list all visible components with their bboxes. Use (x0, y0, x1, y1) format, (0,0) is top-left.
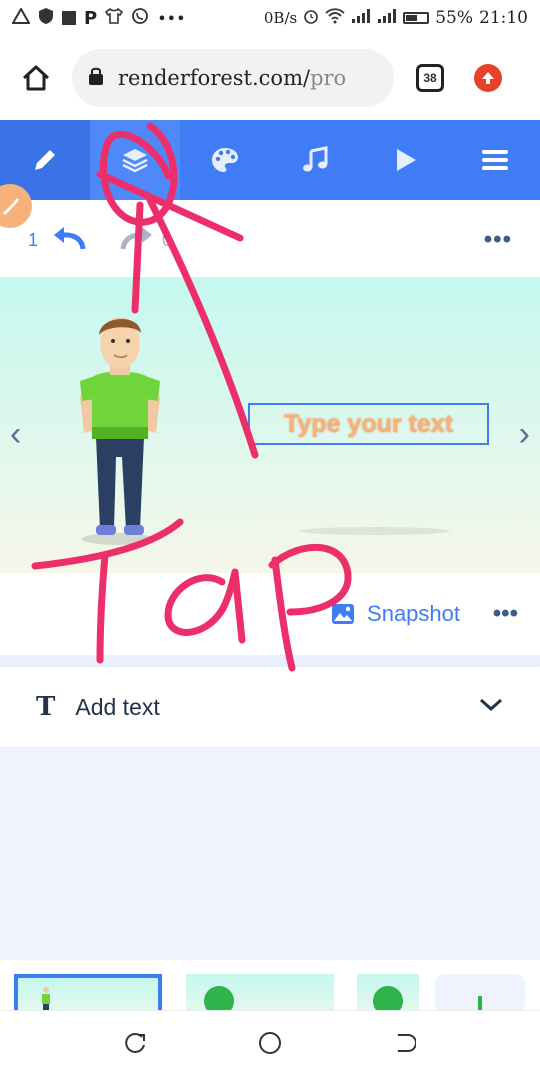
palette-icon (212, 148, 238, 172)
clock: 21:10 (479, 8, 528, 28)
undo-count: 1 (28, 229, 39, 250)
more-notifications-icon: ••• (157, 8, 186, 28)
battery-level: 55% (435, 8, 473, 28)
tool-menu[interactable] (450, 120, 540, 200)
whatsapp-icon (131, 7, 149, 30)
home-icon (22, 65, 50, 91)
tool-preview[interactable] (360, 120, 450, 200)
scene-preview: ‹ › Type your text (0, 277, 540, 573)
signal-icon-2 (377, 8, 397, 29)
history-row: 1 0 ••• (0, 214, 540, 266)
editor-toolbar (0, 120, 540, 200)
music-icon (303, 146, 328, 172)
net-speed: 0B/s (263, 9, 298, 27)
scene-thumbnail-2[interactable] (186, 974, 334, 1010)
check-icon-2 (373, 986, 403, 1010)
previous-scene-arrow[interactable]: ‹ (10, 415, 21, 454)
scene-thumbnail-3[interactable] (357, 974, 419, 1010)
scene-more-icon[interactable]: ••• (493, 600, 518, 628)
snapshot-button[interactable]: Snapshot (331, 601, 460, 627)
image-icon (332, 604, 355, 624)
scene-thumbnail-1[interactable] (14, 974, 162, 1010)
url-path: pro (310, 66, 347, 90)
add-text-row[interactable]: T Add text (0, 667, 540, 747)
menu-icon (482, 150, 508, 170)
edit-icon (35, 150, 55, 170)
recents-icon (125, 1032, 146, 1053)
tool-layers[interactable] (90, 120, 180, 200)
layers-icon (122, 149, 148, 173)
snapshot-label: Snapshot (367, 601, 460, 626)
back-button[interactable] (392, 1031, 417, 1060)
wifi-icon (325, 7, 345, 29)
text-placeholder: Type your text (283, 409, 454, 438)
section-divider (0, 655, 540, 667)
lock-icon (88, 66, 104, 91)
add-scene-button[interactable] (435, 974, 525, 1010)
chevron-down-icon[interactable] (478, 697, 504, 718)
shirt-icon (105, 7, 124, 29)
redo-icon (120, 226, 153, 249)
editor-empty-area (0, 747, 540, 960)
address-bar[interactable]: renderforest.com/ pro (72, 49, 394, 107)
pinterest-icon: P (84, 7, 98, 29)
system-nav-bar (0, 1010, 540, 1080)
plus-icon (478, 996, 482, 1010)
add-text-label: Add text (75, 693, 160, 720)
tool-palette[interactable] (180, 120, 270, 200)
url-domain: renderforest.com/ (118, 66, 311, 90)
update-button[interactable] (474, 64, 502, 92)
status-bar: P ••• 0B/s 55% 21:10 (0, 0, 540, 36)
back-icon (397, 1034, 417, 1052)
scene-thumbnails (0, 960, 540, 1010)
redo-button[interactable] (120, 225, 154, 256)
shield-icon (38, 7, 54, 30)
undo-icon (54, 226, 86, 249)
play-icon (397, 149, 416, 171)
home-button[interactable] (14, 56, 58, 100)
next-scene-arrow[interactable]: › (519, 415, 530, 454)
alarm-icon (303, 8, 319, 29)
tool-music[interactable] (270, 120, 360, 200)
ground-shadow (300, 527, 450, 535)
recents-button[interactable] (124, 1031, 148, 1060)
arrow-up-icon (482, 72, 494, 84)
square-icon (62, 11, 76, 25)
circle-home-icon (258, 1032, 281, 1054)
check-icon (204, 986, 234, 1010)
home-nav-button[interactable] (257, 1030, 283, 1061)
battery-icon (403, 12, 430, 24)
signal-icon (351, 8, 371, 29)
text-icon: T (36, 692, 56, 722)
undo-button[interactable] (52, 225, 86, 256)
character-illustration (80, 317, 160, 545)
browser-toolbar: renderforest.com/ pro 38 (0, 36, 540, 120)
character-thumb-icon (42, 987, 50, 1010)
tab-switcher-button[interactable]: 38 (416, 64, 444, 92)
tab-count: 38 (423, 71, 437, 85)
drive-icon (11, 6, 31, 29)
scene-footer: Snapshot ••• (0, 573, 540, 655)
redo-count: 0 (162, 229, 173, 250)
text-placeholder-box[interactable]: Type your text (248, 403, 489, 445)
more-options-icon[interactable]: ••• (484, 226, 512, 254)
